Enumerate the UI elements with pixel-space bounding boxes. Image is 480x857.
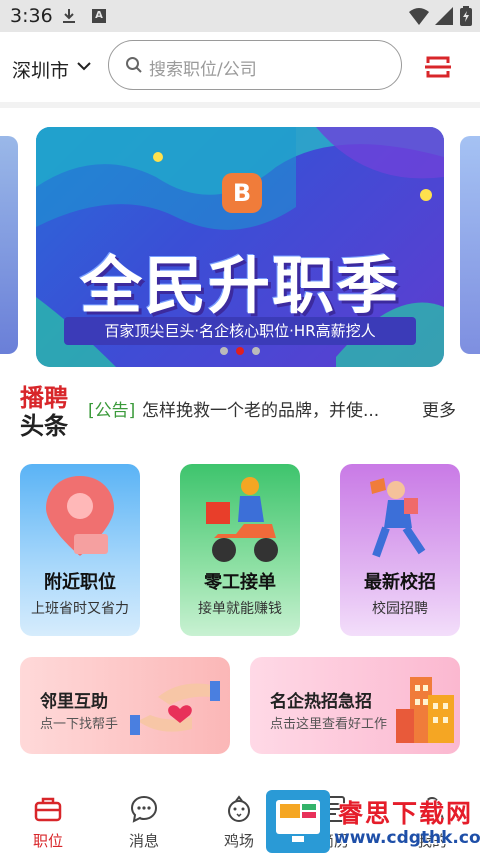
location-pin-icon [46,476,114,556]
carousel-dot-active [236,347,244,355]
search-icon [126,57,142,73]
news-headline[interactable]: 怎样挽救一个老的品牌，并使... [142,396,402,421]
watermark-screen-icon [276,800,320,842]
card-title: 邻里互助 [40,692,108,712]
neighbor-help-card[interactable]: 邻里互助 点一下找帮手 [20,657,230,754]
status-bar: 3:36 A [0,0,480,32]
scan-icon[interactable] [424,54,452,80]
tab-label: 鸡场 [223,832,254,850]
card-title: 名企热招急招 [270,692,372,712]
card-title: 零工接单 [204,572,276,593]
card-subtitle: 上班省时又省力 [31,601,129,617]
status-time: 3:36 [10,5,53,27]
chevron-down-icon[interactable] [76,60,92,72]
news-ticker[interactable]: 播聘 头条 [公告] 怎样挽救一个老的品牌，并使... 更多 [0,372,480,442]
carousel-dot [252,347,260,355]
tab-label: 消息 [128,832,159,850]
card-title: 附近职位 [44,572,116,593]
banner-next-preview[interactable] [460,136,480,354]
chick-icon [228,795,250,822]
student-megaphone-icon [370,478,426,558]
delivery-rider-icon [206,477,278,562]
tab-label: 职位 [32,832,63,850]
campus-jobs-card[interactable]: 最新校招 校园招聘 [340,464,460,636]
promo-banner[interactable]: B 全民升职季 百家顶尖巨头·名企核心职位·HR高薪挖人 [36,127,444,367]
carousel-dot [220,347,228,355]
top-bar: 深圳市 搜索职位/公司 [0,32,480,102]
carousel-indicator [36,347,444,355]
banner-title: 全民升职季 [79,249,400,322]
watermark-logo [266,790,330,853]
news-more-link[interactable]: 更多 [422,396,456,421]
banner-subtitle: 百家顶尖巨头·名企核心职位·HR高薪挖人 [64,317,416,345]
famous-company-card[interactable]: 名企热招急招 点击这里查看好工作 [250,657,460,754]
card-subtitle: 接单就能赚钱 [198,601,282,617]
briefcase-icon [34,797,62,822]
search-placeholder: 搜索职位/公司 [149,60,257,80]
card-title: 最新校招 [364,572,436,593]
brand-logo: B [222,173,262,213]
wifi-icon [409,8,429,25]
card-subtitle: 校园招聘 [372,601,428,617]
card-subtitle: 点一下找帮手 [40,717,119,732]
app-notification-icon: A [92,9,106,23]
download-icon [63,9,75,23]
chat-icon [130,795,158,823]
watermark-name: 睿思下载网 [338,799,474,828]
gig-jobs-card[interactable]: 零工接单 接单就能赚钱 [180,464,300,636]
city-selector[interactable]: 深圳市 [12,56,69,83]
search-input[interactable]: 搜索职位/公司 [108,40,402,90]
battery-icon [460,6,472,26]
card-subtitle: 点击这里查看好工作 [270,717,388,732]
watermark: 睿思下载网 www.cdgthk.com [266,790,480,853]
header-divider [0,102,480,108]
banner-prev-preview[interactable] [0,136,18,354]
nearby-jobs-card[interactable]: 附近职位 上班省时又省力 [20,464,140,636]
watermark-url: www.cdgthk.com [334,828,480,848]
signal-icon [435,7,453,25]
news-tag: [公告] [88,401,136,421]
news-brand-sub: 头条 [20,412,68,440]
